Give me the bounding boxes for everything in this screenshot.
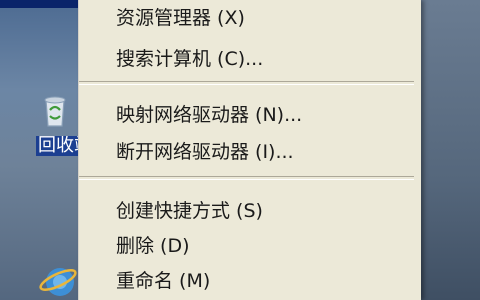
menu-item-map-network-drive[interactable]: 映射网络驱动器 (N)... [79, 100, 421, 130]
menu-item-rename[interactable]: 重命名 (M) [79, 266, 421, 296]
desktop-background-right [420, 0, 480, 300]
internet-explorer-shortcut[interactable] [38, 258, 78, 300]
recycle-bin-shortcut[interactable]: 回收站 [36, 84, 98, 156]
menu-item-delete[interactable]: 删除 (D) [79, 231, 421, 261]
selected-item-strip[interactable] [0, 0, 78, 8]
menu-item-explorer[interactable]: 资源管理器 (X) [79, 3, 421, 33]
recycle-bin-icon [44, 96, 66, 127]
menu-separator [79, 176, 414, 180]
menu-separator [79, 81, 414, 85]
context-menu: 资源管理器 (X) 搜索计算机 (C)... 映射网络驱动器 (N)... 断开… [78, 0, 421, 300]
menu-item-create-shortcut[interactable]: 创建快捷方式 (S) [79, 196, 421, 226]
menu-item-search-computer[interactable]: 搜索计算机 (C)... [79, 44, 421, 74]
internet-explorer-icon [39, 268, 77, 296]
menu-item-disconnect-network-drive[interactable]: 断开网络驱动器 (I)... [79, 137, 421, 167]
